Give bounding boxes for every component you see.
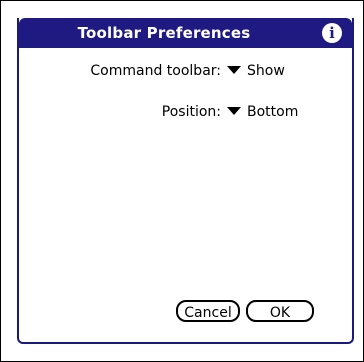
ok-button[interactable]: OK <box>246 300 314 322</box>
position-picker[interactable]: Bottom <box>227 101 298 123</box>
position-label: Position: <box>161 104 221 120</box>
dialog-titlebar: Toolbar Preferences i <box>19 18 352 48</box>
dropdown-triangle-icon <box>227 107 241 115</box>
cancel-button[interactable]: Cancel <box>176 300 240 322</box>
toolbar-preferences-dialog: Toolbar Preferences i Command toolbar: S… <box>17 18 354 344</box>
dropdown-triangle-icon <box>227 66 241 74</box>
command-toolbar-row: Command toolbar: Show <box>19 60 352 82</box>
position-row: Position: Bottom <box>19 101 352 123</box>
position-value: Bottom <box>247 104 299 120</box>
dialog-title: Toolbar Preferences <box>77 24 251 42</box>
command-toolbar-picker[interactable]: Show <box>227 60 285 82</box>
info-icon[interactable]: i <box>322 23 342 43</box>
command-toolbar-label: Command toolbar: <box>90 63 221 79</box>
command-toolbar-value: Show <box>247 63 285 79</box>
